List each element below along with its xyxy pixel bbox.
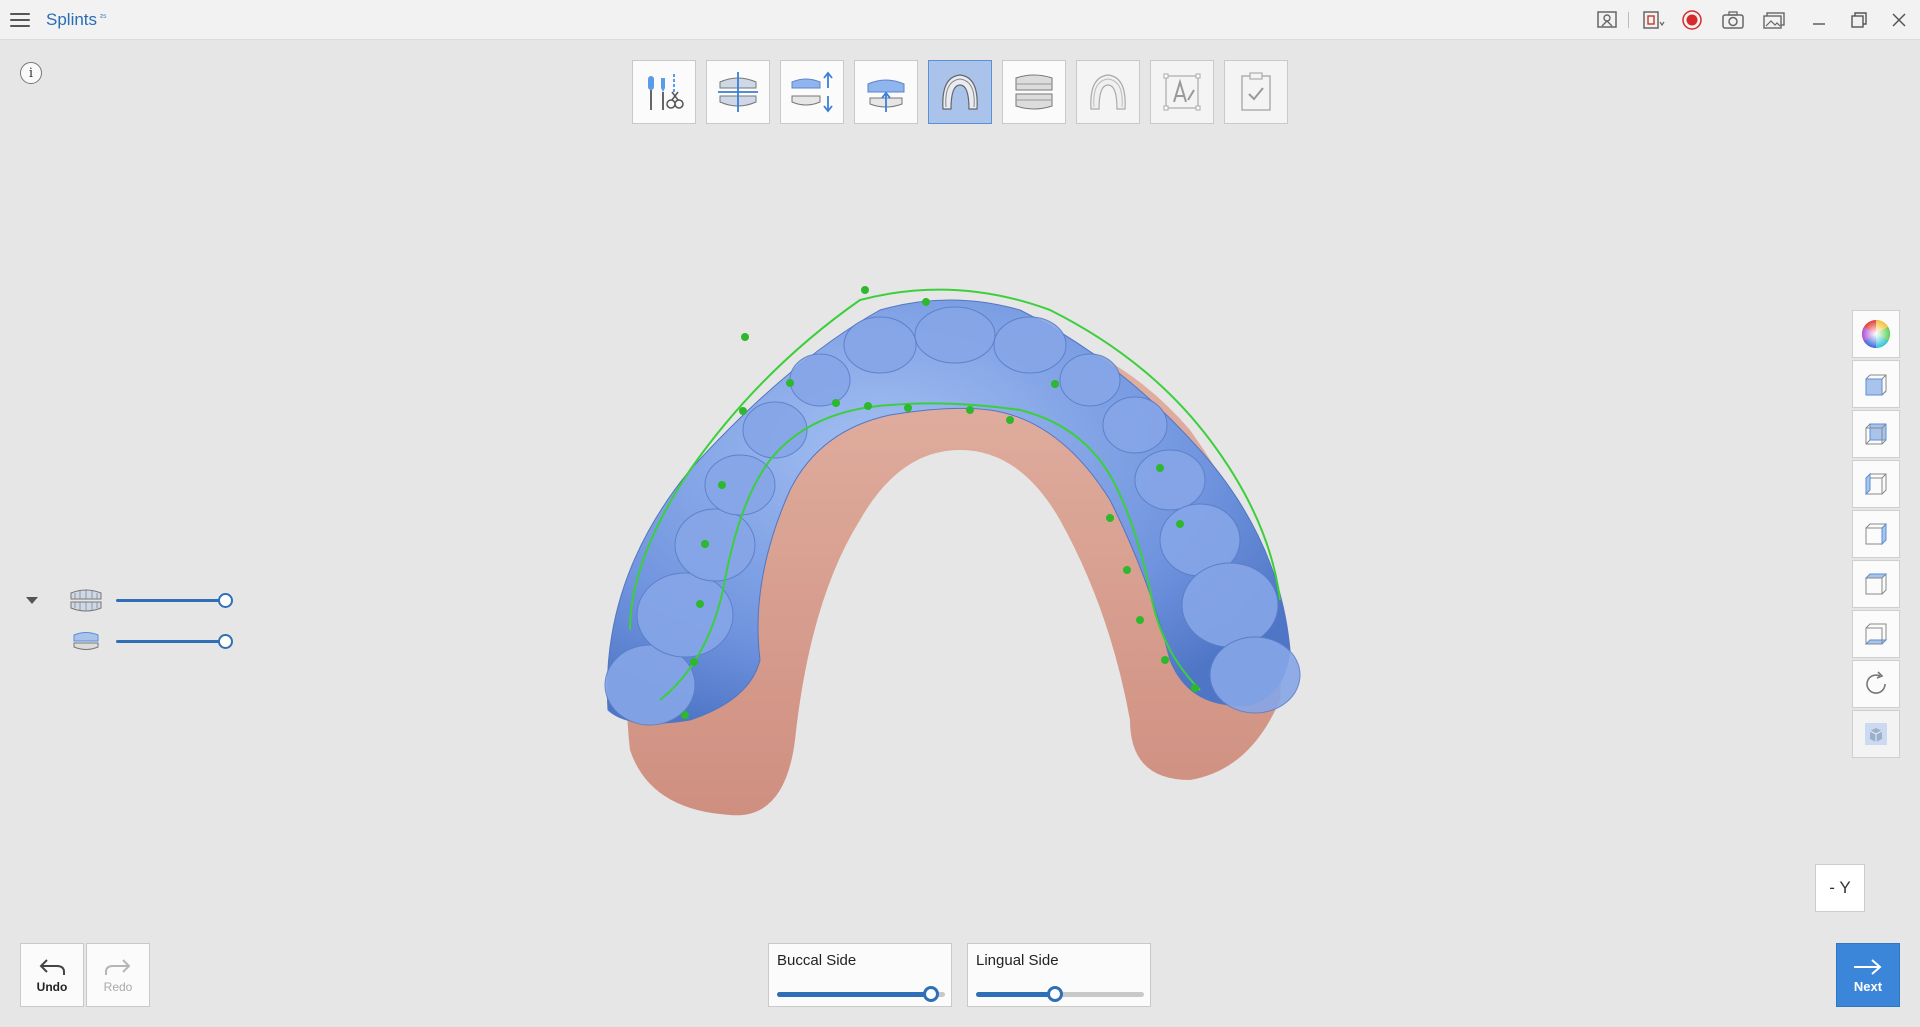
buccal-side-panel: Buccal Side	[768, 943, 952, 1007]
view-axis-indicator[interactable]: - Y	[1815, 864, 1865, 912]
app-version-badge: ²⁵	[100, 12, 107, 22]
lingual-side-label: Lingual Side	[976, 952, 1059, 969]
finish-clipboard-icon	[1241, 72, 1271, 111]
lingual-side-slider[interactable]	[976, 986, 1144, 1002]
hamburger-menu-icon[interactable]	[8, 8, 32, 32]
redo-icon	[105, 959, 131, 975]
title-bar: Splints ²⁵	[0, 0, 1920, 40]
lower-jaw-opacity-slider[interactable]	[116, 633, 236, 649]
slider-knob[interactable]	[1047, 986, 1063, 1002]
buccal-side-slider[interactable]	[777, 986, 945, 1002]
slider-knob[interactable]	[218, 593, 233, 608]
top-view-icon[interactable]	[1852, 560, 1900, 608]
step-splint-design[interactable]	[1076, 60, 1140, 124]
step-trim-tools[interactable]	[632, 60, 696, 124]
undo-icon	[39, 959, 65, 975]
lower-jaw-icon	[66, 626, 106, 656]
step-text-label[interactable]	[1150, 60, 1214, 124]
front-view-icon[interactable]	[1852, 360, 1900, 408]
reset-view-icon[interactable]	[1852, 660, 1900, 708]
bite-separation-icon	[791, 71, 833, 113]
slider-fill	[777, 992, 931, 997]
app-title-text: Splints	[46, 10, 98, 29]
dental-arch-model	[604, 286, 1301, 816]
restore-icon[interactable]	[1846, 8, 1872, 32]
gallery-icon[interactable]	[1761, 8, 1787, 32]
step-splint-margin[interactable]	[928, 60, 992, 124]
info-icon: i	[28, 65, 34, 81]
app-title: Splints ²⁵	[46, 10, 107, 30]
upper-jaw-visibility	[66, 585, 236, 615]
step-insertion-path[interactable]	[854, 60, 918, 124]
step-align-midline[interactable]	[706, 60, 770, 124]
lower-jaw-visibility	[66, 626, 236, 656]
splint-margin-icon	[942, 74, 978, 110]
axis-label: - Y	[1829, 878, 1851, 897]
arrow-right-icon	[1854, 958, 1882, 975]
solid-view-icon[interactable]	[1852, 710, 1900, 758]
collapse-arrow-icon[interactable]	[26, 597, 38, 604]
redo-label: Redo	[103, 980, 133, 994]
slider-track	[116, 599, 228, 602]
info-button[interactable]: i	[20, 62, 42, 84]
record-icon[interactable]	[1679, 8, 1705, 32]
help-manual-icon[interactable]	[1595, 8, 1621, 32]
bottom-view-icon[interactable]	[1852, 610, 1900, 658]
minimize-icon[interactable]	[1806, 8, 1832, 32]
step-finish[interactable]	[1224, 60, 1288, 124]
splint-design-icon	[1090, 74, 1126, 110]
next-label: Next	[1853, 978, 1883, 994]
view-toolbar	[1852, 310, 1900, 758]
undo-label: Undo	[36, 980, 68, 994]
left-view-icon[interactable]	[1852, 460, 1900, 508]
align-midline-icon	[718, 72, 758, 112]
step-splint-thickness[interactable]	[1002, 60, 1066, 124]
slider-track	[116, 640, 228, 643]
right-view-icon[interactable]	[1852, 510, 1900, 558]
undo-button[interactable]: Undo	[20, 943, 84, 1007]
buccal-side-label: Buccal Side	[777, 952, 857, 969]
camera-icon[interactable]	[1720, 8, 1746, 32]
lingual-side-panel: Lingual Side	[967, 943, 1151, 1007]
insertion-path-icon	[867, 79, 905, 112]
titlebar-divider	[1628, 12, 1629, 28]
3d-viewport[interactable]	[590, 280, 1350, 840]
next-button[interactable]: Next	[1836, 943, 1900, 1007]
slider-knob[interactable]	[218, 634, 233, 649]
slider-fill	[976, 992, 1055, 997]
upper-jaw-opacity-slider[interactable]	[116, 592, 236, 608]
back-view-icon[interactable]	[1852, 410, 1900, 458]
upper-jaw-icon	[66, 585, 106, 615]
trim-tools-icon	[648, 74, 684, 110]
color-wheel-icon[interactable]	[1852, 310, 1900, 358]
workflow-toolbar	[632, 60, 1288, 124]
slider-knob[interactable]	[923, 986, 939, 1002]
splint-thickness-icon	[1015, 74, 1053, 110]
snapshot-region-icon[interactable]	[1640, 8, 1666, 32]
redo-button[interactable]: Redo	[86, 943, 150, 1007]
close-icon[interactable]	[1886, 8, 1912, 32]
step-bite-separation[interactable]	[780, 60, 844, 124]
text-label-icon	[1163, 73, 1201, 111]
